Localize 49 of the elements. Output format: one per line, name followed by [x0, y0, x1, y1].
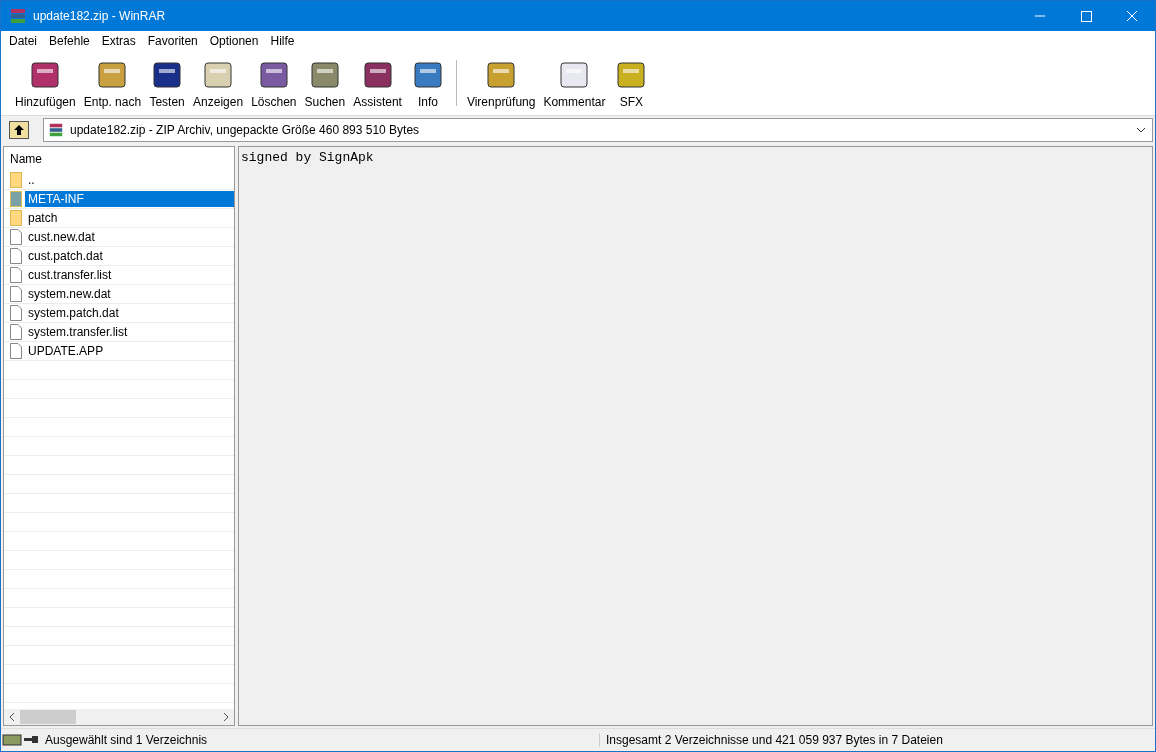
file-row[interactable]: .. [4, 171, 234, 190]
file-icon [10, 286, 22, 302]
file-row[interactable]: system.new.dat [4, 285, 234, 304]
toolbar-button[interactable]: Anzeigen [189, 57, 248, 109]
column-header[interactable]: Name [4, 147, 234, 171]
toolbar-button[interactable]: Kommentar [539, 57, 610, 109]
address-field[interactable]: update182.zip - ZIP Archiv, ungepackte Größe 460 893 510 Bytes [43, 118, 1153, 142]
books-icon [48, 122, 64, 138]
file-row[interactable]: cust.patch.dat [4, 247, 234, 266]
folder-icon [10, 172, 22, 188]
file-icon [10, 248, 22, 264]
comment-text: signed by SignApk [240, 149, 375, 167]
window-title: update182.zip - WinRAR [33, 9, 167, 23]
toolbar-button[interactable]: Testen [145, 57, 190, 109]
toolbar-button[interactable]: Virenprüfung [462, 57, 540, 109]
file-row[interactable]: system.patch.dat [4, 304, 234, 323]
drive-key-icon [1, 733, 41, 747]
file-row[interactable]: system.transfer.list [4, 323, 234, 342]
file-row[interactable]: cust.new.dat [4, 228, 234, 247]
menu-item[interactable]: Extras [95, 34, 142, 48]
file-row[interactable]: UPDATE.APP [4, 342, 234, 361]
folder-icon [10, 191, 22, 207]
toolbar-button[interactable]: Hinzufügen [11, 57, 80, 109]
toolbar-button[interactable]: SFX [609, 57, 654, 109]
file-icon [10, 343, 22, 359]
horizontal-scrollbar[interactable] [4, 709, 234, 725]
toolbar-button[interactable]: Info [405, 57, 450, 109]
menu-item[interactable]: Befehle [43, 34, 96, 48]
toolbar-button[interactable]: Entp. nach [79, 57, 146, 109]
toolbar-button[interactable]: Löschen [247, 57, 301, 109]
status-text: Ausgewählt sind 1 Verzeichnis [41, 733, 600, 747]
dropdown-caret-icon[interactable] [1136, 127, 1146, 133]
file-icon [10, 267, 22, 283]
folder-icon [10, 210, 22, 226]
toolbar-button[interactable]: Suchen [300, 57, 350, 109]
books-icon [9, 7, 27, 25]
menu-item[interactable]: Favoriten [141, 34, 204, 48]
menu-item[interactable]: Optionen [203, 34, 265, 48]
file-icon [10, 229, 22, 245]
status-text: Insgesamt 2 Verzeichnisse und 421 059 937 Bytes in 7 Dateien [605, 733, 943, 747]
toolbar-button[interactable]: Assistent [349, 57, 406, 109]
menu-item[interactable]: Datei [3, 34, 43, 48]
file-row[interactable]: patch [4, 209, 234, 228]
file-icon [10, 305, 22, 321]
up-arrow-icon [13, 124, 25, 136]
file-icon [10, 324, 22, 340]
menu-item[interactable]: Hilfe [264, 34, 301, 48]
up-folder-button[interactable] [9, 121, 29, 139]
file-row[interactable]: cust.transfer.list [4, 266, 234, 285]
